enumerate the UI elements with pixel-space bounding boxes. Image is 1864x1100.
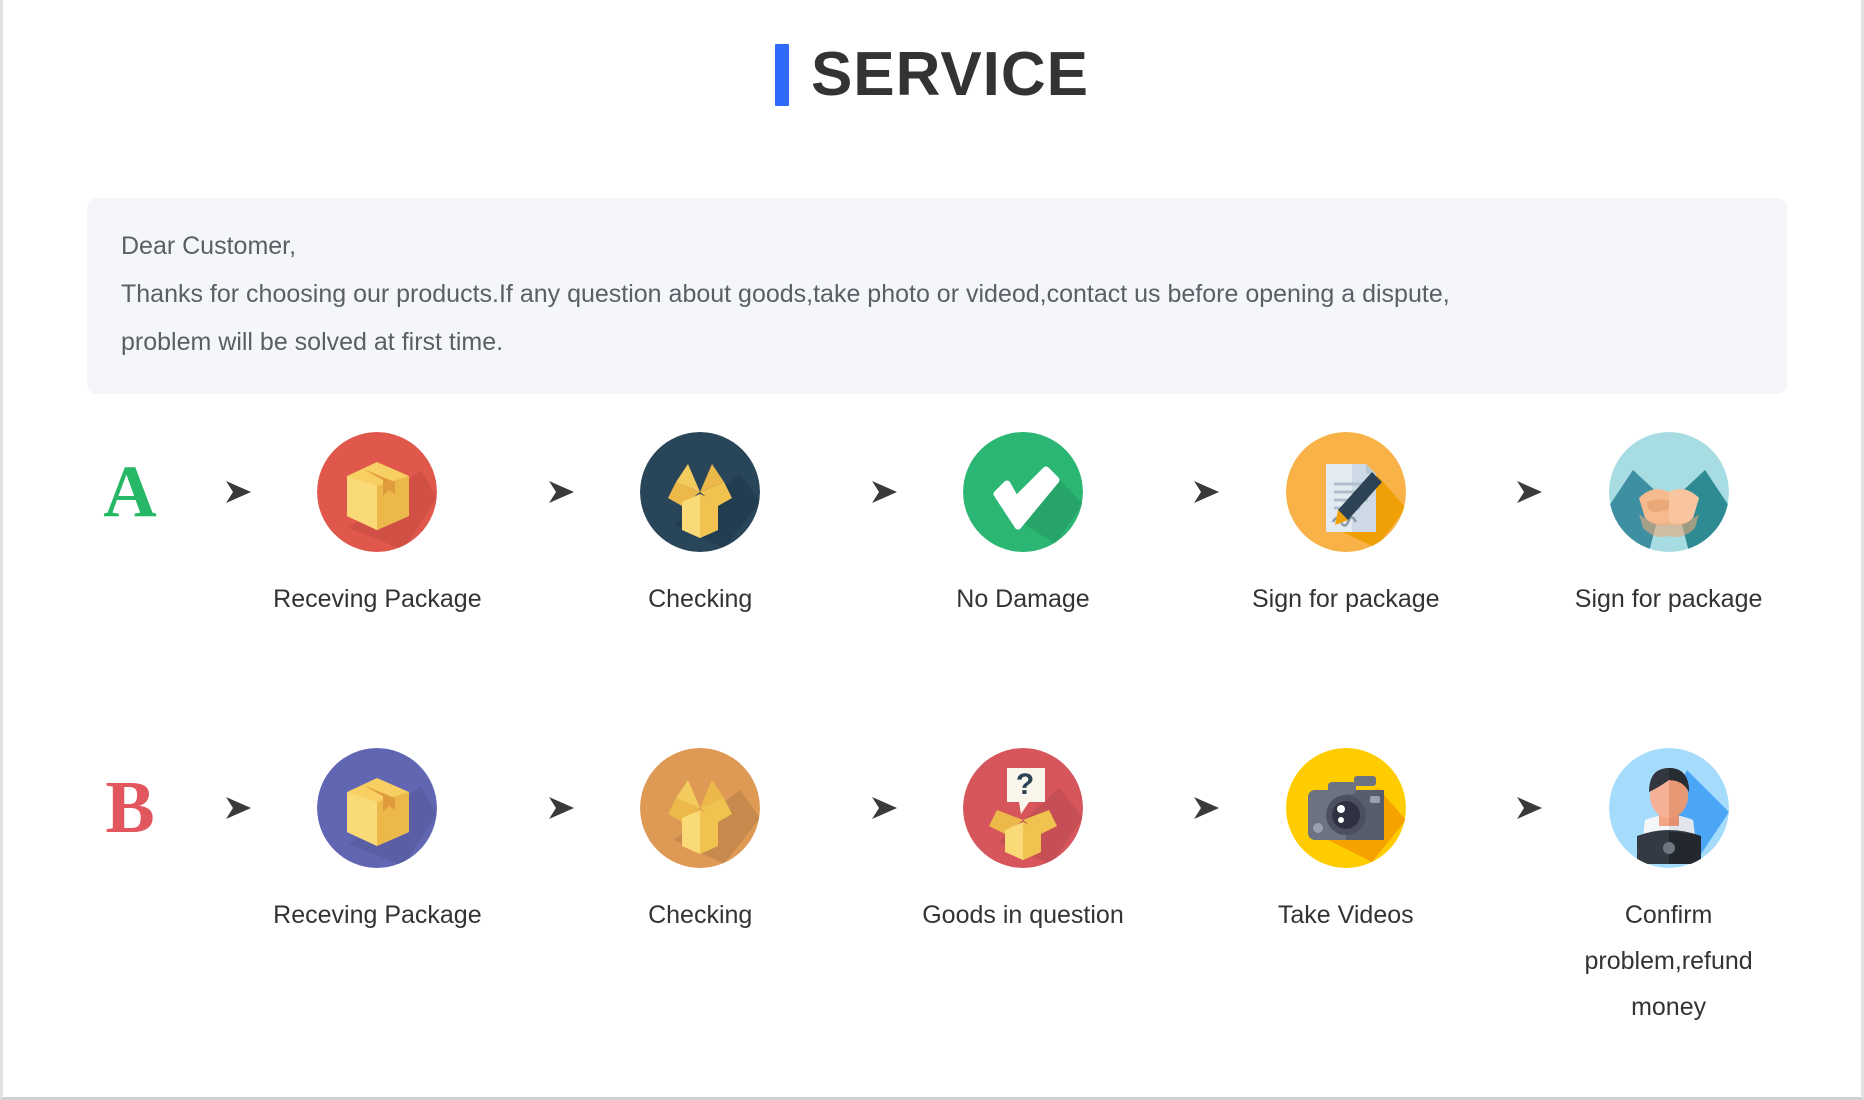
support-agent-icon <box>1608 748 1729 868</box>
flow-row-a: A Receving Package Checking No Damage Si… <box>87 432 1787 622</box>
step-label: Checking <box>648 585 753 613</box>
step-label: Checking <box>648 901 753 929</box>
checkmark-icon <box>962 432 1083 552</box>
arrow-right-icon <box>1464 432 1550 552</box>
flow-row-b: B Receving Package Checking ? Goods in q… <box>87 748 1787 1030</box>
flow-letter-a: A <box>103 451 157 533</box>
arrow-right-icon <box>1464 748 1550 868</box>
step-a-2: Checking <box>582 432 819 622</box>
step-b-2: Checking <box>582 748 819 938</box>
step-a-1: Receving Package <box>259 432 496 622</box>
step-b-3: ? Goods in question <box>905 748 1142 938</box>
note-line-1: Dear Customer, <box>121 232 297 260</box>
step-label: Sign for package <box>1251 585 1440 613</box>
arrow-right-icon <box>496 432 582 552</box>
title-text: SERVICE <box>810 40 1090 109</box>
camera-icon <box>1285 748 1406 868</box>
arrow-right-icon <box>819 748 905 868</box>
step-a-4: Sign for package <box>1227 432 1464 622</box>
open-box-icon <box>640 748 761 868</box>
step-b-1: Receving Package <box>259 748 496 938</box>
closed-box-icon <box>317 748 438 868</box>
sign-document-icon <box>1285 432 1406 552</box>
question-box-icon: ? <box>962 748 1083 868</box>
step-label: Goods in question <box>922 901 1124 929</box>
customer-note-box: Dear Customer, Thanks for choosing our p… <box>87 198 1787 394</box>
step-a-3: No Damage <box>905 432 1142 622</box>
note-line-2: Thanks for choosing our products.If any … <box>121 280 1450 308</box>
open-box-icon <box>640 432 761 552</box>
arrow-right-icon <box>173 432 259 552</box>
step-label: Receving Package <box>273 585 482 613</box>
step-b-5: Confirm problem,refund money <box>1550 748 1787 1030</box>
step-label: Take Videos <box>1277 901 1414 929</box>
step-label: Receving Package <box>273 901 482 929</box>
step-label: Confirm problem,refund money <box>1584 901 1753 1021</box>
page-title: SERVICE <box>3 44 1861 111</box>
arrow-right-icon <box>819 432 905 552</box>
closed-box-icon <box>317 432 438 552</box>
arrow-right-icon <box>1141 432 1227 552</box>
flow-letter-b: B <box>105 767 155 849</box>
title-accent-bar <box>774 44 789 106</box>
handshake-icon <box>1608 432 1729 552</box>
arrow-right-icon <box>496 748 582 868</box>
service-page: SERVICE Dear Customer, Thanks for choosi… <box>0 0 1864 1100</box>
step-label: No Damage <box>956 585 1090 613</box>
svg-text:?: ? <box>1016 768 1034 801</box>
step-b-4: Take Videos <box>1227 748 1464 938</box>
arrow-right-icon <box>173 748 259 868</box>
arrow-right-icon <box>1141 748 1227 868</box>
note-line-3: problem will be solved at first time. <box>121 328 504 356</box>
step-label: Sign for package <box>1574 585 1763 613</box>
step-a-5: Sign for package <box>1550 432 1787 622</box>
